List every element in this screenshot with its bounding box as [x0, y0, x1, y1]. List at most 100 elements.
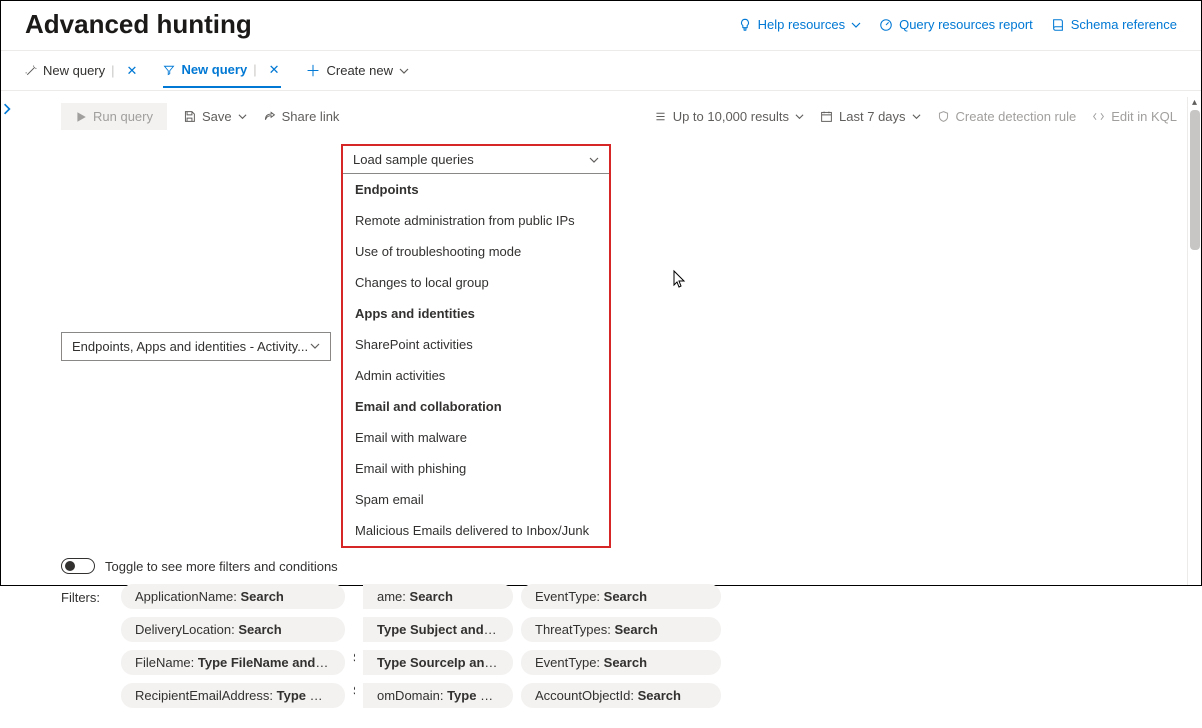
- create-new-button[interactable]: ＋ Create new: [305, 60, 409, 89]
- filter-pill[interactable]: S: [353, 650, 355, 675]
- chevron-right-icon[interactable]: [1, 103, 51, 115]
- chevron-down-icon: [238, 112, 247, 121]
- main-panel: Run query Save Share link Up to 10,000 r…: [51, 91, 1201, 728]
- sidebar-expand: [1, 91, 51, 728]
- content-area: Run query Save Share link Up to 10,000 r…: [1, 91, 1201, 728]
- dropdown-group-header: Email and collaboration: [343, 391, 609, 422]
- query-toolbar: Run query Save Share link Up to 10,000 r…: [61, 103, 1177, 130]
- dropdown-item[interactable]: Admin activities: [343, 360, 609, 391]
- schema-reference-link[interactable]: Schema reference: [1051, 17, 1177, 32]
- shield-icon: [937, 110, 950, 123]
- filter-pill[interactable]: EventType: Search: [521, 584, 721, 609]
- dropdown-item[interactable]: Spam email: [343, 484, 609, 515]
- filters-label: Filters:: [61, 584, 109, 605]
- save-icon: [183, 110, 196, 123]
- filter-pill[interactable]: RecipientEmailAddress: Type Rec...: [121, 683, 345, 708]
- filter-pill[interactable]: S: [353, 683, 355, 708]
- tab-label: New query: [181, 62, 247, 77]
- help-resources-link[interactable]: Help resources: [738, 17, 861, 32]
- save-button[interactable]: Save: [183, 109, 247, 124]
- tab-sep: |: [111, 63, 114, 78]
- filter-pill[interactable]: ApplicationName: Search: [121, 584, 345, 609]
- chevron-down-icon: [399, 66, 409, 76]
- share-label: Share link: [282, 109, 340, 124]
- filter-pill[interactable]: ame: Search: [363, 584, 513, 609]
- filter-pill[interactable]: omDomain: Type Sende...: [363, 683, 513, 708]
- dropdown-item[interactable]: Use of troubleshooting mode: [343, 236, 609, 267]
- meter-icon: [879, 18, 893, 32]
- book-icon: [1051, 18, 1065, 32]
- scroll-up-icon[interactable]: ▴: [1188, 97, 1201, 108]
- scrollbar-track[interactable]: ▴: [1187, 97, 1201, 585]
- wand-icon: [25, 65, 37, 77]
- toolbar-left: Run query Save Share link: [61, 103, 339, 130]
- tab-strip: New query | ✕ New query | ✕ ＋ Create new: [1, 51, 1201, 91]
- play-icon: [75, 111, 87, 123]
- chevron-down-icon: [851, 20, 861, 30]
- filter-pill[interactable]: FileName: Type FileName and pr...: [121, 650, 345, 675]
- dropdown-item[interactable]: Remote administration from public IPs: [343, 205, 609, 236]
- filter-icon: [163, 64, 175, 76]
- filter-pill[interactable]: Type SourceIp and pre...: [363, 650, 513, 675]
- dropdown-item[interactable]: Changes to local group: [343, 267, 609, 298]
- calendar-icon: [820, 110, 833, 123]
- tab-sep: |: [253, 62, 256, 77]
- sample-queries-trigger[interactable]: Load sample queries: [343, 146, 609, 174]
- page-title: Advanced hunting: [25, 9, 252, 40]
- sample-queries-dropdown: Load sample queries EndpointsRemote admi…: [341, 144, 611, 548]
- edit-kql-button[interactable]: Edit in KQL: [1092, 109, 1177, 124]
- query-resources-report-link[interactable]: Query resources report: [879, 17, 1033, 32]
- tab-label: New query: [43, 63, 105, 78]
- detect-label: Create detection rule: [956, 109, 1077, 124]
- create-detection-button[interactable]: Create detection rule: [937, 109, 1077, 124]
- dropdown-item[interactable]: Malicious Emails delivered to Inbox/Junk: [343, 515, 609, 546]
- chevron-down-icon: [310, 341, 320, 351]
- help-label: Help resources: [758, 17, 845, 32]
- kql-label: Edit in KQL: [1111, 109, 1177, 124]
- filter-pills: ApplicationName: Search ame: Search EventT…: [121, 584, 721, 708]
- results-limit-button[interactable]: Up to 10,000 results: [654, 109, 804, 124]
- toggle-row: Toggle to see more filters and condition…: [61, 558, 1177, 574]
- filter-pill[interactable]: ThreatTypes: Search: [521, 617, 721, 642]
- share-icon: [263, 110, 276, 123]
- dropdown-group-header: Apps and identities: [343, 298, 609, 329]
- save-label: Save: [202, 109, 232, 124]
- time-range-button[interactable]: Last 7 days: [820, 109, 921, 124]
- chevron-down-icon: [795, 112, 804, 121]
- close-icon[interactable]: ✕: [125, 63, 140, 79]
- tab-new-query-1[interactable]: New query | ✕: [25, 63, 139, 87]
- chevron-down-icon: [912, 112, 921, 121]
- filter-pill[interactable]: AccountObjectId: Search: [521, 683, 721, 708]
- close-icon[interactable]: ✕: [267, 62, 282, 78]
- report-label: Query resources report: [899, 17, 1033, 32]
- scrollbar-thumb[interactable]: [1190, 110, 1200, 250]
- scope-dropdown[interactable]: Endpoints, Apps and identities - Activit…: [61, 332, 331, 361]
- filter-pill[interactable]: Type Subject and press ...: [363, 617, 513, 642]
- toggle-label: Toggle to see more filters and condition…: [105, 559, 338, 574]
- page-header: Advanced hunting Help resources Query re…: [1, 1, 1201, 51]
- more-filters-toggle[interactable]: [61, 558, 95, 574]
- header-links: Help resources Query resources report Sc…: [738, 17, 1177, 32]
- sample-queries-list: EndpointsRemote administration from publ…: [343, 174, 609, 546]
- filter-pill[interactable]: [353, 584, 355, 609]
- dropdown-item[interactable]: Email with malware: [343, 422, 609, 453]
- run-query-button[interactable]: Run query: [61, 103, 167, 130]
- time-label: Last 7 days: [839, 109, 906, 124]
- code-icon: [1092, 110, 1105, 123]
- create-label: Create new: [327, 63, 393, 78]
- filter-pill[interactable]: DeliveryLocation: Search: [121, 617, 345, 642]
- share-link-button[interactable]: Share link: [263, 109, 340, 124]
- run-label: Run query: [93, 109, 153, 124]
- lightbulb-icon: [738, 18, 752, 32]
- filter-pill[interactable]: [353, 617, 355, 642]
- filter-pill[interactable]: EventType: Search: [521, 650, 721, 675]
- filters-area: Filters: ApplicationName: Search ame: Sea…: [61, 584, 1177, 708]
- plus-icon: ＋: [305, 60, 320, 81]
- list-icon: [654, 110, 667, 123]
- scope-label: Endpoints, Apps and identities - Activit…: [72, 339, 308, 354]
- sample-title: Load sample queries: [353, 152, 474, 167]
- dropdown-item[interactable]: Email with phishing: [343, 453, 609, 484]
- tab-new-query-2[interactable]: New query | ✕: [163, 62, 281, 88]
- chevron-down-icon: [589, 155, 599, 165]
- dropdown-item[interactable]: SharePoint activities: [343, 329, 609, 360]
